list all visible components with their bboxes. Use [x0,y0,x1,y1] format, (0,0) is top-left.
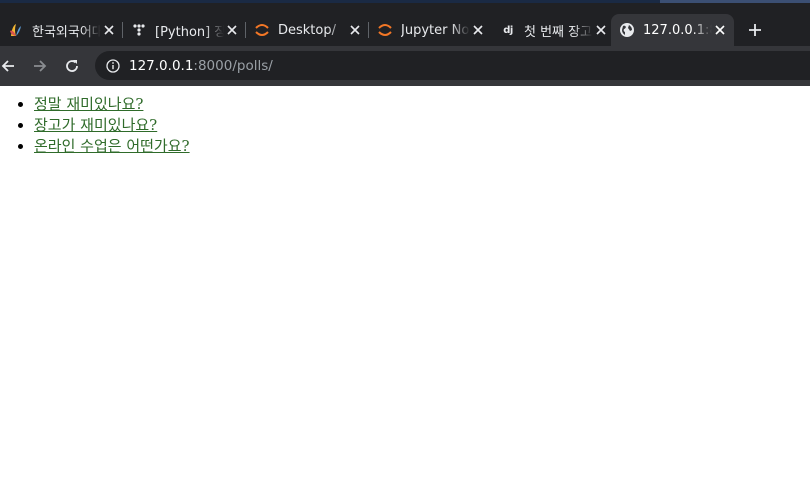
list-item: 장고가 재미있나요? [34,115,810,136]
question-list: 정말 재미있나요? 장고가 재미있나요? 온라인 수업은 어떤가요? [34,94,810,157]
question-link[interactable]: 정말 재미있나요? [34,95,143,113]
tab-title: 첫 번째 장고 앱 [524,24,593,40]
tab-jupyter-desktop[interactable]: Desktop/ [246,14,369,46]
reload-icon [66,60,78,72]
arrow-right-icon [34,60,47,72]
tab-strip: 한국외국어대학교 [Python] 장고 [0,14,810,46]
university-logo-icon [8,22,24,38]
forward-button[interactable] [28,54,52,78]
tab-hufs[interactable]: 한국외국어대학교 [0,14,123,46]
address-bar[interactable]: 127.0.0.1:8000/polls/ [95,51,810,80]
page-content: 정말 재미있나요? 장고가 재미있나요? 온라인 수업은 어떤가요? [0,86,810,480]
toolbar: 127.0.0.1:8000/polls/ [0,46,810,86]
close-icon[interactable] [347,22,363,38]
close-icon[interactable] [101,22,117,38]
close-icon[interactable] [712,22,728,38]
back-button[interactable] [0,54,20,78]
close-icon[interactable] [593,22,609,38]
tab-django-tutorial[interactable]: dj 첫 번째 장고 앱 [492,14,615,46]
tab-title: 한국외국어대학교 [32,24,101,40]
tistory-icon [131,22,147,38]
url-path: :8000/polls/ [193,57,273,74]
desktop-edge [0,0,810,3]
globe-icon [619,22,635,38]
tab-jupyter-notebook[interactable]: Jupyter Notebook [369,14,492,46]
question-link[interactable]: 온라인 수업은 어떤가요? [34,137,190,155]
tab-title: [Python] 장고 [155,24,224,40]
tab-title: Jupyter Notebook [401,22,470,38]
arrow-left-icon [1,60,14,72]
plus-icon [749,24,761,36]
jupyter-icon [254,22,270,38]
django-icon: dj [503,24,513,36]
reload-button[interactable] [60,54,84,78]
list-item: 정말 재미있나요? [34,94,810,115]
question-link[interactable]: 장고가 재미있나요? [34,116,157,134]
url-text: 127.0.0.1:8000/polls/ [129,58,273,74]
tab-polls-active[interactable]: 127.0.0.1:8000/polls/ [611,14,734,46]
new-tab-button[interactable] [741,16,769,44]
url-host: 127.0.0.1 [129,57,194,74]
close-icon[interactable] [470,22,486,38]
tab-tistory[interactable]: [Python] 장고 [123,14,246,46]
close-icon[interactable] [224,22,240,38]
browser-chrome: 한국외국어대학교 [Python] 장고 [0,0,810,86]
tab-title: 127.0.0.1:8000/polls/ [643,22,712,38]
list-item: 온라인 수업은 어떤가요? [34,136,810,157]
info-icon[interactable] [105,58,121,74]
tab-title: Desktop/ [278,22,336,38]
jupyter-icon [377,22,393,38]
